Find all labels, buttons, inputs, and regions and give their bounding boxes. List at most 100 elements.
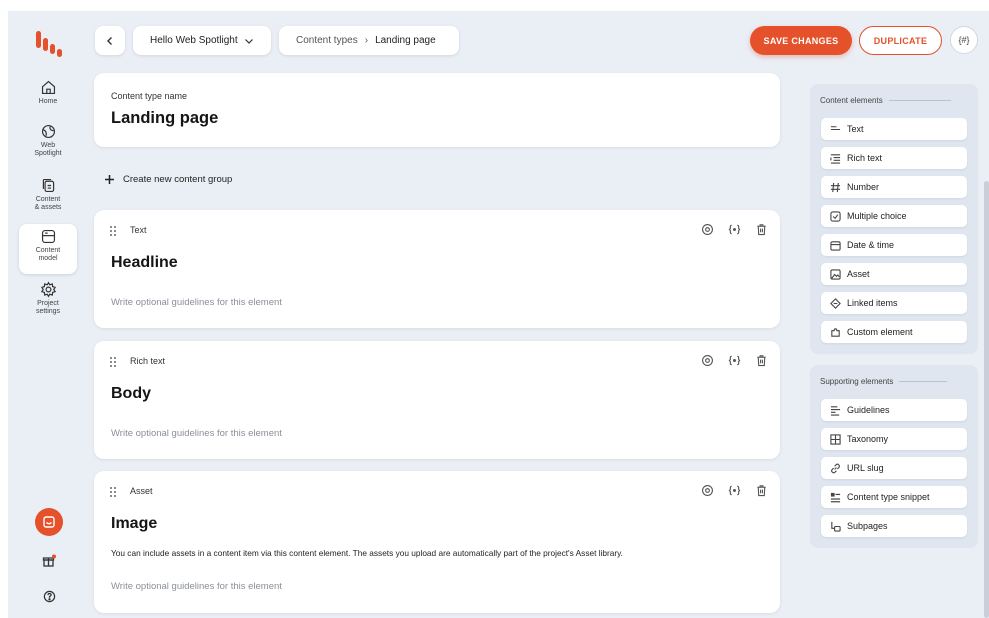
guidelines-input[interactable]: Write optional guidelines for this eleme… <box>111 581 282 592</box>
element-option-label: Content type snippet <box>847 492 930 502</box>
element-option-subpages[interactable]: Subpages <box>821 515 967 537</box>
app-window: Home Web Spotlight Content & assets Cont… <box>8 11 989 618</box>
left-nav: Home Web Spotlight Content & assets Cont… <box>8 11 86 618</box>
plus-icon <box>105 175 114 184</box>
project-switcher[interactable]: Hello Web Spotlight <box>133 26 271 55</box>
element-option-content-type-snippet[interactable]: Content type snippet <box>821 486 967 508</box>
kontent-logo[interactable] <box>36 31 64 57</box>
question-icon <box>43 590 55 602</box>
element-option-asset[interactable]: Asset <box>821 263 967 285</box>
subpages-icon <box>831 521 841 532</box>
content-icon <box>42 178 54 193</box>
whats-new-button[interactable] <box>40 552 58 570</box>
help-button[interactable] <box>40 587 58 605</box>
element-option-label: Number <box>847 182 880 192</box>
trash-icon[interactable] <box>755 484 768 497</box>
element-option-custom-element[interactable]: Custom element <box>821 321 967 343</box>
nav-item-content-model[interactable]: Content model <box>19 224 77 274</box>
nav-label: Home <box>38 98 58 105</box>
guidelines-input[interactable]: Write optional guidelines for this eleme… <box>111 428 282 439</box>
page-scrollbar[interactable] <box>984 181 989 618</box>
element-option-taxonomy[interactable]: Taxonomy <box>821 428 967 450</box>
create-content-group-label: Create new content group <box>123 174 233 185</box>
content-elements-header: Content elements <box>820 96 951 105</box>
element-card-image[interactable]: Asset Image You can include assets in a … <box>94 471 780 613</box>
save-changes-button[interactable]: SAVE CHANGES <box>750 26 852 55</box>
element-actions <box>701 484 768 497</box>
nav-item-content-assets[interactable]: Content & assets <box>19 175 77 223</box>
element-card-body[interactable]: Rich text Body Write optional guidelines… <box>94 341 780 459</box>
snippet-icon <box>830 492 841 502</box>
code-name-icon[interactable] <box>728 223 741 236</box>
content-type-name-card: Content type name Landing page <box>94 73 780 147</box>
element-option-label: Rich text <box>847 153 883 163</box>
element-option-label: Taxonomy <box>847 434 889 444</box>
element-name-input[interactable]: Headline <box>111 254 178 272</box>
element-option-label: Guidelines <box>847 405 890 415</box>
chevron-down-icon <box>244 38 253 44</box>
drag-handle-icon[interactable] <box>109 486 117 498</box>
breadcrumb-separator: › <box>364 35 369 46</box>
text-icon <box>830 125 841 130</box>
code-name-icon[interactable] <box>728 484 741 497</box>
back-button[interactable] <box>95 26 125 55</box>
element-option-label: Linked items <box>847 298 898 308</box>
project-name: Hello Web Spotlight <box>150 35 238 46</box>
element-option-text[interactable]: Text <box>821 118 967 140</box>
link-icon <box>831 463 840 473</box>
chevron-left-icon <box>107 36 112 45</box>
nav-item-project-settings[interactable]: Project settings <box>19 279 77 327</box>
breadcrumb-parent[interactable]: Content types <box>296 35 358 46</box>
code-icon: {#} <box>958 35 970 45</box>
element-actions <box>701 354 768 367</box>
content-type-name-input[interactable]: Landing page <box>111 109 218 128</box>
chat-icon <box>43 516 55 528</box>
taxonomy-icon <box>830 433 841 445</box>
rich-text-icon <box>830 153 841 164</box>
settings-icon[interactable] <box>701 354 714 367</box>
element-option-number[interactable]: Number <box>821 176 967 198</box>
element-name-input[interactable]: Image <box>111 515 157 533</box>
settings-icon[interactable] <box>701 484 714 497</box>
linked-items-icon <box>830 297 841 309</box>
feedback-button[interactable] <box>35 508 63 536</box>
home-icon <box>41 80 55 95</box>
trash-icon[interactable] <box>755 354 768 367</box>
element-option-label: Text <box>847 124 864 134</box>
settings-icon[interactable] <box>701 223 714 236</box>
element-option-rich-text[interactable]: Rich text <box>821 147 967 169</box>
nav-label: Project settings <box>35 300 61 315</box>
element-option-date-time[interactable]: Date & time <box>821 234 967 256</box>
content-model-icon <box>41 229 55 244</box>
element-actions <box>701 223 768 236</box>
code-name-button[interactable]: {#} <box>950 26 978 54</box>
drag-handle-icon[interactable] <box>109 356 117 368</box>
drag-handle-icon[interactable] <box>109 225 117 237</box>
guidelines-input[interactable]: Write optional guidelines for this eleme… <box>111 297 282 308</box>
element-option-guidelines[interactable]: Guidelines <box>821 399 967 421</box>
code-name-icon[interactable] <box>728 354 741 367</box>
content-type-name-label: Content type name <box>111 91 188 101</box>
supporting-elements-title: Supporting elements <box>820 377 894 386</box>
calendar-icon <box>830 240 841 251</box>
nav-label: Content model <box>35 247 61 262</box>
element-option-linked-items[interactable]: Linked items <box>821 292 967 314</box>
content-elements-panel: Content elements Text Rich text Number M… <box>810 84 978 354</box>
element-type-label: Rich text <box>130 356 166 366</box>
hash-icon <box>830 182 841 192</box>
puzzle-icon <box>831 327 840 337</box>
nav-item-web-spotlight[interactable]: Web Spotlight <box>19 121 77 169</box>
guidelines-icon <box>830 405 841 416</box>
image-icon <box>830 268 841 280</box>
create-content-group-button[interactable]: Create new content group <box>104 174 232 185</box>
element-option-multiple-choice[interactable]: Multiple choice <box>821 205 967 227</box>
trash-icon[interactable] <box>755 223 768 236</box>
nav-item-home[interactable]: Home <box>19 77 77 125</box>
supporting-elements-header: Supporting elements <box>820 377 948 386</box>
element-option-label: Subpages <box>847 521 888 531</box>
element-option-url-slug[interactable]: URL slug <box>821 457 967 479</box>
duplicate-button[interactable]: DUPLICATE <box>859 26 942 55</box>
element-card-headline[interactable]: Text Headline Write optional guidelines … <box>94 210 780 328</box>
element-name-input[interactable]: Body <box>111 385 151 403</box>
nav-label: Content & assets <box>34 196 62 211</box>
